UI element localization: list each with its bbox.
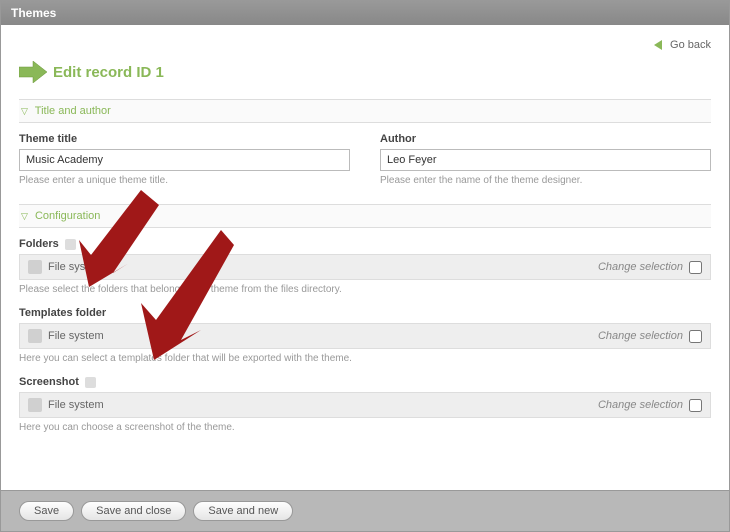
change-selection-link[interactable]: Change selection	[598, 261, 683, 273]
folders-help: Please select the folders that belong to…	[19, 284, 711, 295]
section-title-author[interactable]: ▽ Title and author	[19, 99, 711, 123]
save-button[interactable]: Save	[19, 501, 74, 521]
folders-checkbox[interactable]	[689, 261, 702, 274]
folder-icon	[28, 398, 42, 412]
change-selection-link[interactable]: Change selection	[598, 330, 683, 342]
screenshot-help: Here you can choose a screenshot of the …	[19, 422, 711, 433]
folders-selection: File system Change selection	[19, 254, 711, 280]
help-icon[interactable]	[65, 239, 76, 250]
toggle-icon: ▽	[21, 106, 28, 116]
section-configuration[interactable]: ▽ Configuration	[19, 204, 711, 228]
templates-selection: File system Change selection	[19, 323, 711, 349]
templates-help: Here you can select a templates folder t…	[19, 353, 711, 364]
folders-selected: File system	[48, 261, 104, 273]
author-help: Please enter the name of the theme desig…	[380, 175, 711, 186]
toggle-icon: ▽	[21, 211, 28, 221]
author-label: Author	[380, 133, 711, 145]
folders-label: Folders	[19, 238, 711, 250]
theme-title-label: Theme title	[19, 133, 350, 145]
page-title: Edit record ID 1	[53, 64, 164, 81]
screenshot-checkbox[interactable]	[689, 399, 702, 412]
change-selection-link[interactable]: Change selection	[598, 399, 683, 411]
screenshot-selection: File system Change selection	[19, 392, 711, 418]
screenshot-selected: File system	[48, 399, 104, 411]
section-legend: Title and author	[35, 105, 111, 117]
forward-arrow-icon	[19, 61, 47, 83]
templates-selected: File system	[48, 330, 104, 342]
folder-icon	[28, 329, 42, 343]
theme-title-help: Please enter a unique theme title.	[19, 175, 350, 186]
go-back-link[interactable]: Go back	[654, 39, 711, 51]
window-title: Themes	[11, 6, 56, 20]
templates-label: Templates folder	[19, 307, 711, 319]
page-heading: Edit record ID 1	[19, 61, 711, 83]
templates-checkbox[interactable]	[689, 330, 702, 343]
help-icon[interactable]	[85, 377, 96, 388]
footer-toolbar: Save Save and close Save and new	[1, 490, 729, 531]
save-new-button[interactable]: Save and new	[193, 501, 293, 521]
screenshot-label: Screenshot	[19, 376, 711, 388]
section-legend: Configuration	[35, 210, 100, 222]
theme-title-input[interactable]	[19, 149, 350, 171]
back-arrow-icon	[654, 40, 662, 50]
window-titlebar: Themes	[1, 1, 729, 25]
author-input[interactable]	[380, 149, 711, 171]
folder-icon	[28, 260, 42, 274]
go-back-label: Go back	[670, 39, 711, 51]
save-close-button[interactable]: Save and close	[81, 501, 186, 521]
